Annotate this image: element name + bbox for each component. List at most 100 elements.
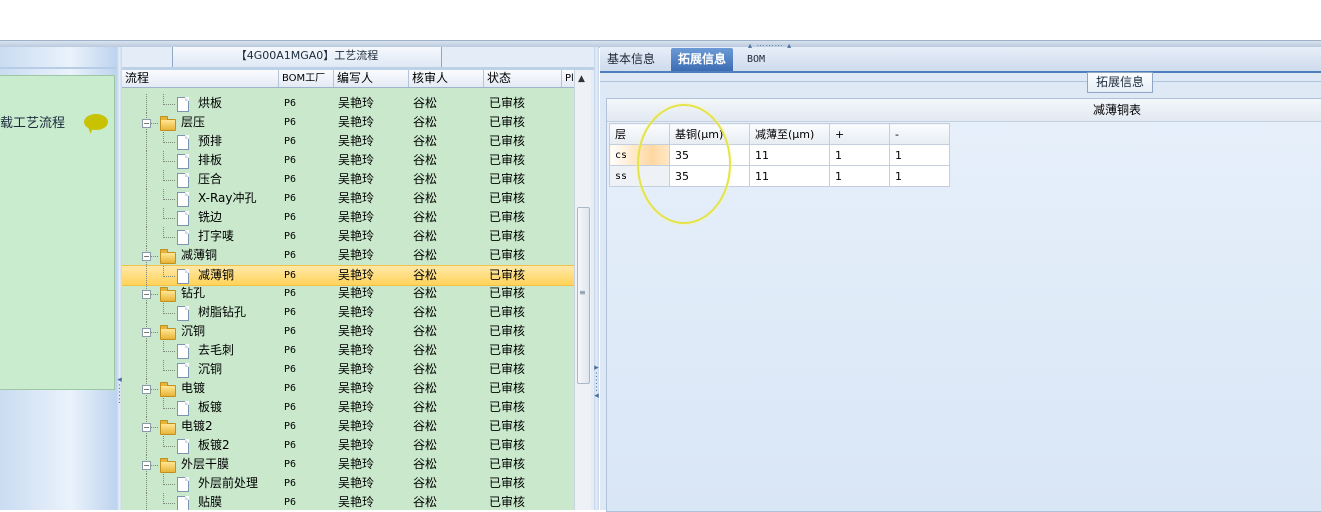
tab-strip-grip-icon[interactable]: ▴ ⋯⋯⋯ ▴ [748,41,798,50]
tree-node-label: 板镀 [198,400,223,414]
cell-status: 已审核 [489,381,526,395]
tree-connector [163,227,164,238]
cell-minus[interactable]: 1 [889,144,950,166]
column-header-flow[interactable]: 流程 [122,70,279,87]
tree-item-row[interactable]: 外层前处理 P6 吴艳玲 谷松 已审核 [122,474,574,493]
left-panel-rule [0,67,118,69]
nav-item-box[interactable]: 载工艺流程 [0,75,115,390]
scrollbar-thumb[interactable]: ≡ [577,207,590,384]
folder-icon [160,287,176,302]
cell-bom: P6 [284,231,297,242]
tree-item-row[interactable]: 压合 P6 吴艳玲 谷松 已审核 [122,170,574,189]
cell-thin-to[interactable]: 11 [749,144,830,166]
tree-item-row[interactable]: 贴膜 P6 吴艳玲 谷松 已审核 [122,493,574,510]
tree-item-row[interactable]: 排板 P6 吴艳玲 谷松 已审核 [122,151,574,170]
tree-connector [163,313,175,314]
cell-writer: 吴艳玲 [338,229,375,243]
tree-folder-row[interactable]: − 减薄铜 P6 吴艳玲 谷松 已审核 [122,246,574,265]
tab-basic-info[interactable]: 基本信息 [600,48,662,71]
process-flow-caption: 【4G00A1MGA0】工艺流程 [172,47,442,68]
tree-item-row[interactable]: 板镀2 P6 吴艳玲 谷松 已审核 [122,436,574,455]
collapse-toggle-icon[interactable]: − [142,328,151,337]
document-icon [177,211,189,226]
document-icon [177,344,189,359]
tree-connector [146,341,147,360]
tree-item-row[interactable]: 板镀 P6 吴艳玲 谷松 已审核 [122,398,574,417]
tree-node-label: 沉铜 [181,324,206,338]
top-blank-area [0,0,1321,40]
cell-bom: P6 [284,459,297,470]
cell-status: 已审核 [489,96,526,110]
cell-bom: P6 [284,326,297,337]
tree-connector [146,474,147,493]
cell-reviewer: 谷松 [413,438,438,452]
column-header-bom[interactable]: BOM工厂 [279,70,334,87]
tab-bom[interactable]: BOM [740,48,772,71]
splitter-arrow-icon[interactable]: ▸::: ◂ [594,364,599,401]
collapse-toggle-icon[interactable]: − [142,423,151,432]
tree-item-row[interactable]: 预排 P6 吴艳玲 谷松 已审核 [122,132,574,151]
tree-connector [163,266,164,277]
tree-connector [163,370,175,371]
cell-bom: P6 [284,117,297,128]
tree-item-row[interactable]: 铣边 P6 吴艳玲 谷松 已审核 [122,208,574,227]
cell-writer: 吴艳玲 [338,134,375,148]
collapse-toggle-icon[interactable]: − [142,290,151,299]
collapse-toggle-icon[interactable]: − [142,119,151,128]
tree-connector [146,227,147,246]
tree-connector [163,161,175,162]
tree-node-label: 排板 [198,153,223,167]
tree-folder-row[interactable]: − 层压 P6 吴艳玲 谷松 已审核 [122,113,574,132]
cell-writer: 吴艳玲 [338,343,375,357]
collapse-toggle-icon[interactable]: − [142,252,151,261]
tree-item-row[interactable]: 减薄铜 P6 吴艳玲 谷松 已审核 [122,265,574,286]
vertical-scrollbar[interactable]: ▲ ≡ [574,70,591,510]
tree-connector [146,94,147,113]
column-header-pl[interactable]: Pl [562,70,574,87]
collapse-toggle-icon[interactable]: − [142,385,151,394]
cell-reviewer: 谷松 [413,248,438,262]
header-thin-to: 减薄至(μm) [749,123,830,145]
cell-status: 已审核 [489,457,526,471]
cell-writer: 吴艳玲 [338,495,375,509]
scroll-up-arrow-icon[interactable]: ▲ [578,74,585,84]
cell-bom: P6 [284,270,297,281]
tree-item-row[interactable]: 树脂钻孔 P6 吴艳玲 谷松 已审核 [122,303,574,322]
tab-extended-info[interactable]: 拓展信息 [671,48,734,71]
right-splitter[interactable]: ▸::: ◂ [594,47,599,510]
tree-item-row[interactable]: X-Ray冲孔 P6 吴艳玲 谷松 已审核 [122,189,574,208]
tree-connector [163,180,175,181]
tree-item-row[interactable]: 去毛刺 P6 吴艳玲 谷松 已审核 [122,341,574,360]
cell-minus[interactable]: 1 [889,165,950,187]
column-header-reviewer[interactable]: 核审人 [409,70,484,87]
tree-folder-row[interactable]: − 外层干膜 P6 吴艳玲 谷松 已审核 [122,455,574,474]
tree-node-label: 电镀 [181,381,206,395]
cell-plus[interactable]: 1 [829,144,890,166]
tree-item-row[interactable]: 烘板 P6 吴艳玲 谷松 已审核 [122,94,574,113]
cell-writer: 吴艳玲 [338,268,375,282]
cell-reviewer: 谷松 [413,286,438,300]
tree-connector [146,493,147,510]
cell-status: 已审核 [489,438,526,452]
tree-folder-row[interactable]: − 电镀 P6 吴艳玲 谷松 已审核 [122,379,574,398]
tree-connector [163,208,164,219]
tree-folder-row[interactable]: − 沉铜 P6 吴艳玲 谷松 已审核 [122,322,574,341]
column-header-writer[interactable]: 编写人 [334,70,409,87]
tree-node-label: 减薄铜 [198,268,235,282]
document-icon [177,135,189,150]
tree-connector [163,142,175,143]
document-icon [177,306,189,321]
tree-folder-row[interactable]: − 电镀2 P6 吴艳玲 谷松 已审核 [122,417,574,436]
column-header-status[interactable]: 状态 [484,70,562,87]
cell-bom: P6 [284,364,297,375]
collapse-toggle-icon[interactable]: − [142,461,151,470]
document-icon [177,496,189,510]
tree-item-row[interactable]: 沉铜 P6 吴艳玲 谷松 已审核 [122,360,574,379]
cell-plus[interactable]: 1 [829,165,890,187]
tree-item-row[interactable]: 打字唛 P6 吴艳玲 谷松 已审核 [122,227,574,246]
cell-thin-to[interactable]: 11 [749,165,830,187]
cell-writer: 吴艳玲 [338,210,375,224]
document-icon [177,363,189,378]
tree-folder-row[interactable]: − 钻孔 P6 吴艳玲 谷松 已审核 [122,284,574,303]
cell-reviewer: 谷松 [413,305,438,319]
